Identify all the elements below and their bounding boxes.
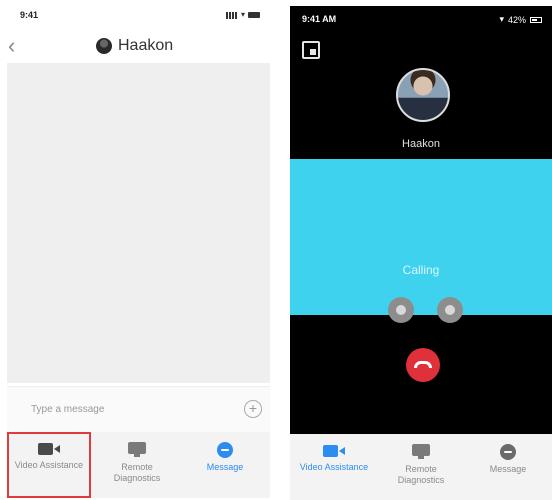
camera-icon: [445, 305, 455, 315]
microphone-icon: [396, 305, 406, 315]
message-list[interactable]: [7, 63, 270, 383]
bottom-tab-bar: Video Assistance Remote Diagnostics Mess…: [290, 434, 552, 500]
message-input[interactable]: Type a message: [31, 404, 104, 415]
wifi-icon: ▾: [499, 14, 504, 24]
contact-title: Haakon: [96, 37, 173, 55]
battery-icon: [248, 12, 260, 18]
battery-icon: [530, 16, 542, 23]
tab-message[interactable]: Message: [466, 434, 550, 500]
status-icons: ▾ 42%: [499, 14, 542, 25]
mute-mic-button[interactable]: [388, 297, 414, 323]
signal-icon: [225, 11, 238, 19]
back-arrow-icon[interactable]: ‹: [8, 35, 28, 58]
video-camera-icon: [38, 442, 60, 456]
tab-label: Remote Diagnostics: [397, 464, 445, 485]
status-time: 9:41 AM: [302, 14, 337, 24]
wifi-icon: ▾: [240, 10, 245, 19]
video-camera-icon: [323, 444, 345, 458]
tab-remote-diagnostics[interactable]: Remote Diagnostics: [379, 434, 463, 500]
caller-avatar: [396, 68, 450, 122]
tab-remote-diagnostics[interactable]: Remote Diagnostics: [95, 432, 179, 498]
bottom-tab-bar: Video Assistance Remote Diagnostics Mess…: [7, 432, 270, 498]
picture-in-picture-icon[interactable]: [302, 41, 320, 59]
call-status: Calling: [402, 263, 440, 277]
message-bubble-icon: [217, 442, 233, 458]
tab-label: Remote Diagnostics: [113, 462, 161, 483]
tab-video-assistance[interactable]: Video Assistance: [7, 432, 91, 498]
message-bubble-icon: [500, 444, 516, 460]
status-time: 9:41: [20, 10, 39, 20]
status-bar: 9:41 ▾: [0, 0, 270, 34]
tab-label: Message: [489, 464, 527, 474]
tab-video-assistance[interactable]: Video Assistance: [292, 434, 376, 500]
caller-name: Haakon: [402, 138, 440, 150]
add-attachment-icon[interactable]: +: [244, 400, 262, 418]
hang-up-button[interactable]: [406, 348, 440, 382]
switch-camera-button[interactable]: [437, 297, 463, 323]
contact-avatar: [96, 38, 112, 54]
tab-message[interactable]: Message: [183, 432, 267, 498]
battery-percent: 42%: [507, 14, 526, 25]
call-screen: 9:41 AM ▾ 42% Haakon Calling Video Assis…: [290, 6, 552, 500]
video-preview: Calling: [290, 159, 552, 315]
message-input-bar: Type a message +: [7, 386, 270, 432]
status-icons: ▾: [225, 10, 260, 19]
tab-label: Video Assistance: [299, 462, 369, 472]
phone-hangup-icon: [414, 361, 432, 368]
tab-label: Message: [206, 462, 244, 472]
monitor-icon: [128, 442, 146, 458]
contact-name: Haakon: [118, 37, 174, 54]
monitor-icon: [412, 444, 430, 460]
chat-screen: 9:41 ▾ ‹ Haakon Type a message + Video A…: [0, 0, 270, 500]
tab-label: Video Assistance: [14, 460, 84, 470]
chat-header: ‹ Haakon: [0, 32, 270, 62]
